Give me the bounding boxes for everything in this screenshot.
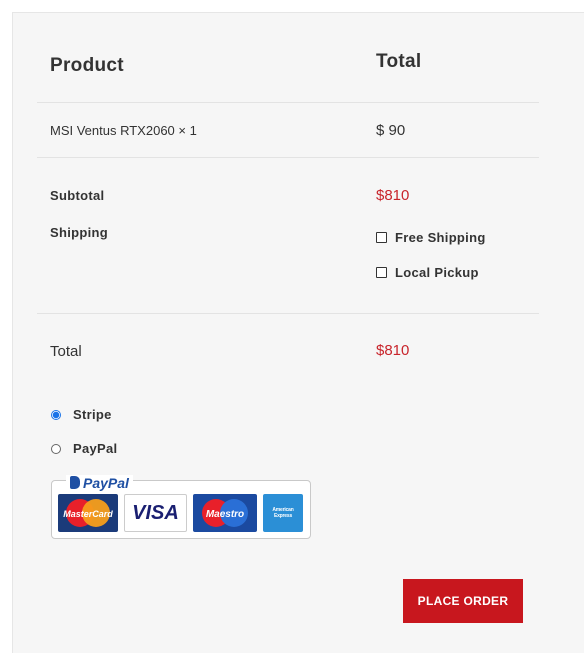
- shipping-label: Shipping: [50, 225, 108, 240]
- local-pickup-checkbox[interactable]: [376, 267, 387, 279]
- subtotal-value: $810: [376, 187, 410, 204]
- maestro-icon: Maestro: [202, 499, 248, 527]
- divider: [37, 102, 539, 103]
- order-review-panel: [12, 12, 584, 653]
- paypal-logo: PayPal: [66, 475, 133, 491]
- maestro-logo: Maestro: [193, 494, 257, 532]
- visa-logo: VISA: [124, 494, 187, 532]
- payment-option-stripe[interactable]: Stripe: [51, 406, 112, 424]
- free-shipping-checkbox[interactable]: [376, 232, 387, 244]
- product-column-header: Product: [50, 55, 124, 76]
- total-label: Total: [50, 343, 82, 360]
- item-name: MSI Ventus RTX2060 × 1: [50, 123, 197, 138]
- amex-text: American Express: [272, 507, 294, 519]
- payment-option-paypal[interactable]: PayPal: [51, 440, 117, 458]
- total-column-header: Total: [376, 51, 422, 72]
- mastercard-logo: MasterCard: [58, 494, 118, 532]
- visa-text: VISA: [132, 502, 179, 524]
- paypal-p-icon: [70, 476, 80, 489]
- mastercard-icon: MasterCard: [63, 499, 113, 527]
- svg-text:Maestro: Maestro: [206, 509, 244, 520]
- place-order-button[interactable]: PLACE ORDER: [403, 579, 523, 623]
- stripe-label: Stripe: [73, 407, 112, 422]
- paypal-label: PayPal: [73, 441, 118, 456]
- divider: [37, 313, 539, 314]
- divider: [37, 157, 539, 158]
- local-pickup-label: Local Pickup: [395, 265, 479, 280]
- svg-text:MasterCard: MasterCard: [63, 509, 113, 519]
- free-shipping-label: Free Shipping: [395, 230, 486, 245]
- local-pickup-option[interactable]: Local Pickup: [376, 264, 479, 282]
- paypal-logo-text: PayPal: [83, 475, 129, 491]
- total-value: $810: [376, 342, 410, 359]
- american-express-logo: American Express: [263, 494, 303, 532]
- paypal-radio[interactable]: [51, 443, 61, 454]
- free-shipping-option[interactable]: Free Shipping: [376, 229, 486, 247]
- subtotal-label: Subtotal: [50, 188, 105, 203]
- paypal-acceptance-mark: PayPal MasterCard VISA Maestro American …: [51, 475, 311, 539]
- stripe-radio[interactable]: [51, 409, 61, 420]
- item-price: $ 90: [376, 122, 406, 139]
